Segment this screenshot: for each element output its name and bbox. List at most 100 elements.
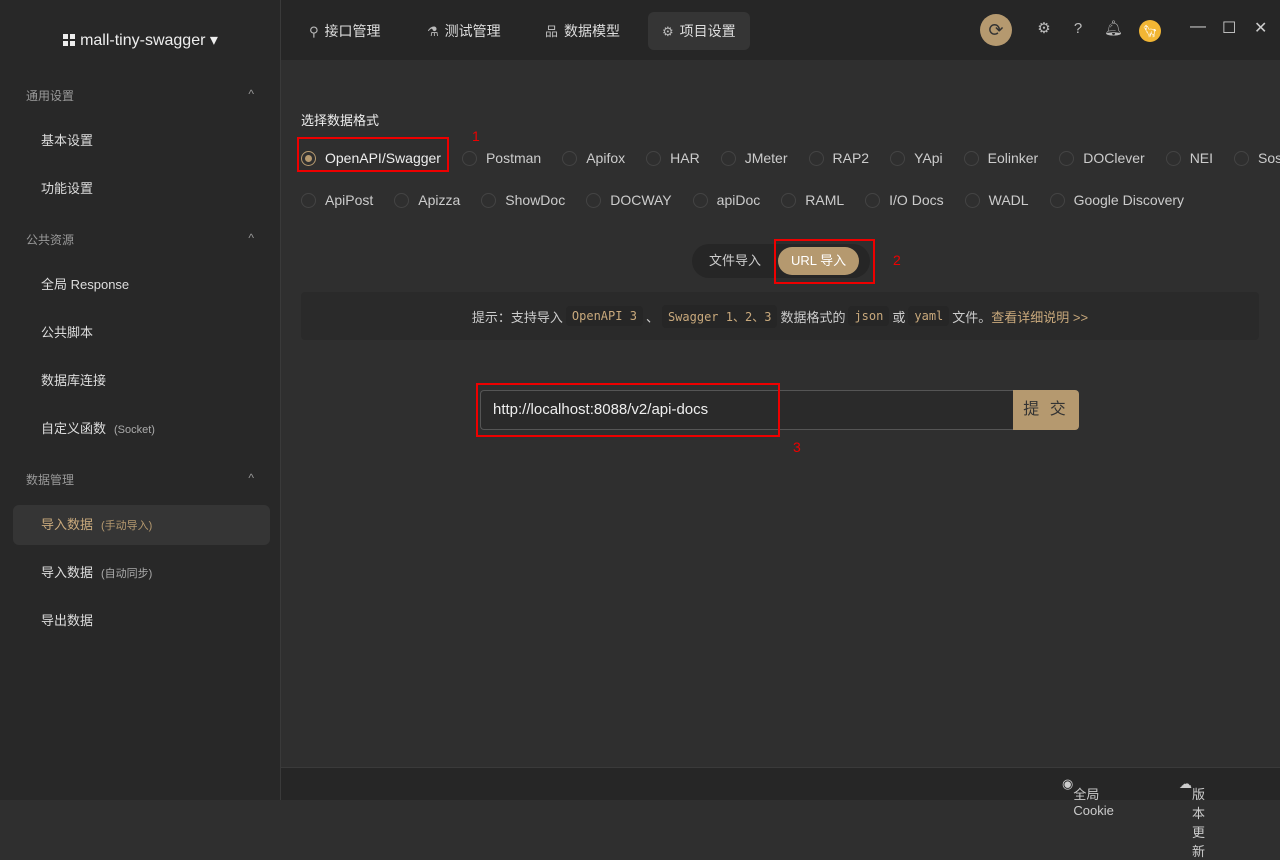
close-icon[interactable]: ✕ [1254, 18, 1267, 38]
tab-label: 数据模型 [564, 23, 620, 39]
project-selector[interactable]: mall-tiny-swagger ▾ [0, 30, 281, 50]
hint-code: OpenAPI 3 [566, 306, 643, 326]
item-label: 公共脚本 [41, 325, 93, 340]
item-label: 功能设置 [41, 181, 93, 196]
item-sub: (手动导入) [101, 520, 152, 532]
radio-circle [965, 193, 980, 208]
format-radio[interactable]: apiDoc [693, 192, 761, 208]
radio-circle [865, 193, 880, 208]
radio-circle [1050, 193, 1065, 208]
sidebar-item-basic[interactable]: 基本设置 [13, 121, 270, 161]
sidebar-item-import-auto[interactable]: 导入数据 (自动同步) [13, 553, 270, 593]
item-sub: (Socket) [114, 424, 155, 436]
radio-label: SosoApi [1258, 150, 1280, 166]
item-label: 导入数据 [41, 565, 93, 580]
radio-label: RAML [805, 192, 844, 208]
format-radio[interactable]: RAML [781, 192, 844, 208]
hint-code: Swagger 1、2、3 [662, 305, 777, 328]
radio-label: HAR [670, 150, 700, 166]
hint-text: 文件。 [952, 307, 991, 326]
radio-circle [586, 193, 601, 208]
radio-circle [809, 151, 824, 166]
annotation-number: 3 [793, 439, 801, 455]
tab-settings[interactable]: ⚙项目设置 [648, 12, 750, 50]
format-radio[interactable]: Apizza [394, 192, 460, 208]
item-label: 基本设置 [41, 133, 93, 148]
format-radio[interactable]: HAR [646, 150, 700, 166]
sidebar-item-import-manual[interactable]: 导入数据(手动导入) [13, 505, 270, 545]
chevron-up-icon: ^ [248, 87, 254, 104]
sidebar: mall-tiny-swagger ▾ 通用设置^ 基本设置 功能设置 公共资源… [0, 0, 281, 800]
annotation-box-3 [476, 383, 780, 437]
sidebar-item-response[interactable]: 全局 Response [13, 265, 270, 305]
format-radio[interactable]: SosoApi [1234, 150, 1280, 166]
annotation-number: 1 [472, 128, 480, 144]
grid-icon [63, 34, 75, 46]
help-icon[interactable]: ? [1069, 20, 1087, 38]
tab-test[interactable]: ⚗测试管理 [413, 12, 515, 50]
radio-circle [964, 151, 979, 166]
radio-circle [781, 193, 796, 208]
format-radio[interactable]: I/O Docs [865, 192, 943, 208]
section-data[interactable]: 数据管理 ^ [26, 471, 254, 488]
section-general[interactable]: 通用设置^ [26, 87, 254, 104]
caret-down-icon: ▾ [210, 32, 218, 49]
radio-circle [301, 193, 316, 208]
format-radio[interactable]: DOClever [1059, 150, 1144, 166]
sidebar-item-database[interactable]: 数据库连接 [13, 361, 270, 401]
format-radio[interactable]: Postman [462, 150, 541, 166]
hint-text: 数据格式的 [780, 307, 845, 326]
file-import-option[interactable]: 文件导入 [696, 247, 774, 275]
format-radio[interactable]: Google Discovery [1050, 192, 1185, 208]
tab-label: 接口管理 [325, 23, 381, 39]
radio-label: DOCWAY [610, 192, 671, 208]
radio-circle [646, 151, 661, 166]
format-radio[interactable]: Apifox [562, 150, 625, 166]
cookie-label: 全局 Cookie [1073, 784, 1113, 818]
minimize-icon[interactable]: — [1190, 18, 1206, 36]
radio-label: Eolinker [988, 150, 1039, 166]
gear-icon: ⚙ [662, 24, 674, 39]
settings-icon[interactable]: ⚙ [1035, 20, 1053, 38]
format-radio[interactable]: ApiPost [301, 192, 373, 208]
format-radio[interactable]: YApi [890, 150, 943, 166]
item-sub: (自动同步) [101, 568, 152, 580]
sidebar-item-scripts[interactable]: 公共脚本 [13, 313, 270, 353]
radio-label: ShowDoc [505, 192, 565, 208]
radio-circle [890, 151, 905, 166]
section-label: 数据管理 [26, 471, 74, 488]
maximize-icon[interactable]: ☐ [1222, 18, 1236, 38]
sync-button[interactable]: ⟳ [980, 14, 1012, 46]
sidebar-item-features[interactable]: 功能设置 [13, 169, 270, 209]
cookie-button[interactable]: ◉ 全局 Cookie [1062, 776, 1073, 792]
format-radio[interactable]: DOCWAY [586, 192, 671, 208]
bell-icon[interactable]: 🔔︎ [1104, 20, 1122, 38]
radio-label: WADL [989, 192, 1029, 208]
section-public[interactable]: 公共资源^ [26, 231, 254, 248]
radio-label: ApiPost [325, 192, 373, 208]
format-radio[interactable]: NEI [1166, 150, 1213, 166]
sidebar-item-export[interactable]: 导出数据 [13, 601, 270, 641]
format-radio[interactable]: ShowDoc [481, 192, 565, 208]
radio-circle [394, 193, 409, 208]
submit-button[interactable]: 提 交 [1013, 390, 1079, 430]
update-button[interactable]: ☁ 版本更新 [1179, 776, 1192, 792]
radio-circle [562, 151, 577, 166]
chevron-up-icon: ^ [248, 471, 254, 488]
tab-api[interactable]: ⚲接口管理 [295, 12, 395, 50]
radio-circle [693, 193, 708, 208]
radio-label: I/O Docs [889, 192, 943, 208]
format-radio[interactable]: JMeter [721, 150, 788, 166]
format-radio[interactable]: RAP2 [809, 150, 870, 166]
footer: ◉ 全局 Cookie ☁ 版本更新 [281, 767, 1280, 800]
format-radio[interactable]: WADL [965, 192, 1029, 208]
tab-models[interactable]: 品数据模型 [531, 12, 634, 50]
annotation-box-1 [297, 137, 449, 172]
sidebar-item-functions[interactable]: 自定义函数(Socket) [13, 409, 270, 449]
format-radio[interactable]: Eolinker [964, 150, 1039, 166]
radio-label: apiDoc [717, 192, 761, 208]
radio-circle [721, 151, 736, 166]
details-link[interactable]: 查看详细说明 >> [991, 307, 1088, 326]
avatar[interactable]: 🦙︎ [1139, 20, 1161, 42]
sync-icon: ⟳ [988, 20, 1003, 40]
